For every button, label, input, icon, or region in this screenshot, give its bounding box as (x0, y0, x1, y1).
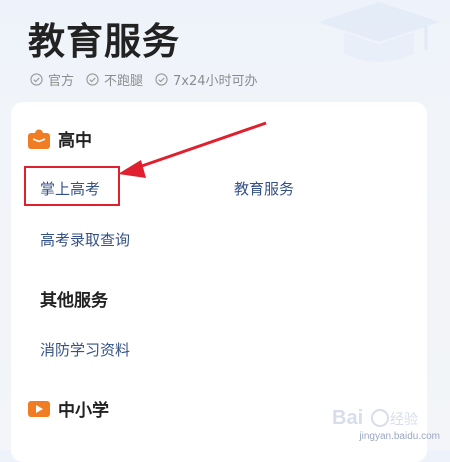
service-badges: 官方 不跑腿 7x24小时可办 (30, 70, 258, 89)
watermark-url: jingyan.baidu.com (359, 431, 440, 442)
check-circle-icon (155, 73, 168, 86)
check-circle-icon (86, 73, 99, 86)
book-icon (28, 129, 50, 149)
video-icon (28, 400, 50, 417)
page-header: 教育服务 官方 不跑腿 7x24小时可办 (0, 0, 450, 102)
badge-label: 官方 (48, 74, 75, 89)
badge-label: 7x24小时可办 (173, 74, 258, 89)
section-title: 中小学 (58, 401, 109, 421)
section-title: 其他服务 (40, 291, 108, 311)
link-gaokao-admission-query[interactable]: 高考录取查询 (40, 229, 130, 250)
svg-text:经验: 经验 (390, 411, 418, 427)
page-title: 教育服务 (28, 20, 180, 63)
badge-no-errands: 不跑腿 (86, 70, 143, 89)
badge-official: 官方 (30, 70, 74, 89)
link-education-service[interactable]: 教育服务 (234, 178, 294, 199)
badge-label: 不跑腿 (104, 74, 144, 89)
link-fire-safety-materials[interactable]: 消防学习资料 (40, 339, 130, 360)
section-high-school: 高中 (28, 126, 92, 151)
section-primary-middle-school: 中小学 (28, 396, 109, 421)
section-title: 高中 (58, 131, 92, 151)
check-circle-icon (30, 73, 43, 86)
badge-24-7: 7x24小时可办 (155, 70, 258, 89)
svg-text:Bai: Bai (332, 407, 363, 429)
highlight-box (24, 166, 120, 206)
section-other-services: 其他服务 (40, 286, 108, 311)
graduation-cap-icon (318, 2, 440, 62)
